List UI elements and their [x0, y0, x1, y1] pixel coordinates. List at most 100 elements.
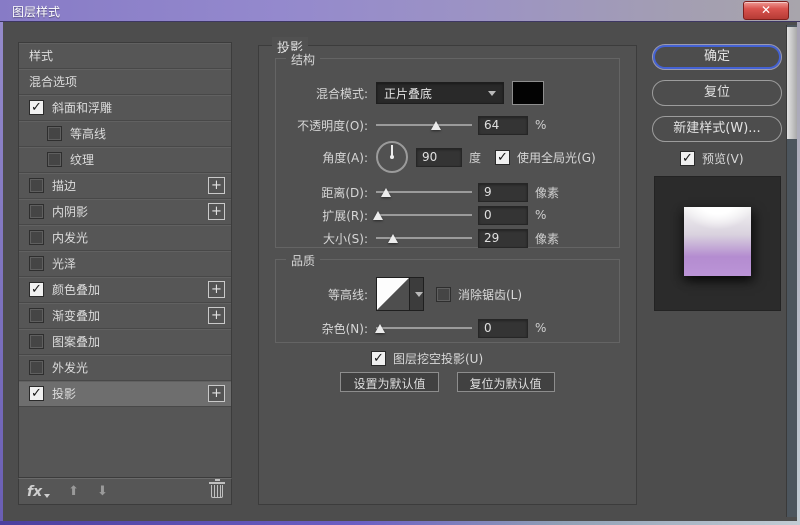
effect-label: 图案叠加: [52, 333, 100, 350]
style-list: 样式混合选项斜面和浮雕等高线纹理描边+内阴影+内发光光泽颜色叠加+渐变叠加+图案…: [18, 42, 232, 478]
structure-group: 结构 混合模式: 正片叠底 不透明度(O): 64 % 角度(A): 90 度: [275, 58, 620, 248]
spread-row: 扩展(R): 0 %: [276, 203, 619, 227]
window-border-bottom: [0, 521, 800, 525]
effect-label: 斜面和浮雕: [52, 99, 112, 116]
anti-alias-checkbox[interactable]: [436, 287, 451, 302]
spread-slider[interactable]: [376, 204, 472, 226]
slider-thumb[interactable]: [431, 121, 441, 130]
size-slider[interactable]: [376, 227, 472, 249]
style-preview-thumbnail: [654, 176, 781, 311]
noise-label: 杂色(N):: [276, 320, 376, 337]
style-list-item[interactable]: 外发光: [19, 355, 231, 381]
spread-input[interactable]: 0: [478, 206, 528, 225]
close-button[interactable]: ✕: [743, 1, 789, 20]
angle-input[interactable]: 90: [416, 148, 462, 167]
quality-legend: 品质: [286, 252, 320, 269]
distance-slider[interactable]: [376, 181, 472, 203]
style-list-item[interactable]: 等高线: [19, 121, 231, 147]
scrollbar-thumb[interactable]: [787, 27, 797, 139]
title-bar[interactable]: 图层样式 ✕: [0, 0, 800, 22]
window-border-left: [0, 22, 3, 525]
angle-row: 角度(A): 90 度 使用全局光(G): [276, 137, 619, 177]
effect-checkbox[interactable]: [29, 230, 44, 245]
use-global-light-checkbox[interactable]: [495, 150, 510, 165]
noise-input[interactable]: 0: [478, 319, 528, 338]
effect-checkbox[interactable]: [29, 308, 44, 323]
effect-label: 样式: [29, 47, 53, 64]
style-list-item[interactable]: 斜面和浮雕: [19, 95, 231, 121]
angle-dial[interactable]: [376, 141, 408, 173]
reset-button[interactable]: 复位: [652, 80, 782, 106]
opacity-unit: %: [535, 118, 546, 132]
effect-label: 内发光: [52, 229, 88, 246]
style-list-item[interactable]: 颜色叠加 +: [19, 277, 231, 303]
slider-thumb[interactable]: [381, 188, 391, 197]
effect-checkbox[interactable]: [29, 334, 44, 349]
contour-thumbnail[interactable]: [376, 277, 410, 311]
slider-thumb[interactable]: [373, 211, 383, 220]
angle-label: 角度(A):: [276, 149, 376, 166]
style-list-item[interactable]: 混合选项: [19, 69, 231, 95]
add-effect-instance-button[interactable]: +: [208, 203, 225, 220]
move-effect-down-button[interactable]: ⬇: [97, 484, 108, 499]
add-effect-instance-button[interactable]: +: [208, 281, 225, 298]
style-list-item[interactable]: 内阴影 +: [19, 199, 231, 225]
effect-label: 内阴影: [52, 203, 88, 220]
contour-chevron[interactable]: [410, 277, 424, 311]
slider-thumb[interactable]: [375, 324, 385, 333]
fx-menu-button[interactable]: fx: [27, 484, 42, 500]
size-input[interactable]: 29: [478, 229, 528, 248]
style-list-item[interactable]: 描边+: [19, 173, 231, 199]
move-effect-up-button[interactable]: ⬆: [68, 484, 79, 499]
effect-checkbox[interactable]: [29, 256, 44, 271]
preview-toggle-row: 预览(V): [680, 150, 744, 167]
add-effect-instance-button[interactable]: +: [208, 385, 225, 402]
distance-input[interactable]: 9: [478, 183, 528, 202]
reset-to-default-button[interactable]: 复位为默认值: [457, 372, 555, 392]
effect-checkbox[interactable]: [29, 360, 44, 375]
chevron-down-icon: [488, 91, 496, 96]
style-list-item[interactable]: 纹理: [19, 147, 231, 173]
style-list-footer: fx ⬆ ⬇: [18, 478, 232, 505]
opacity-slider[interactable]: [376, 114, 472, 136]
contour-label: 等高线:: [276, 286, 376, 303]
add-effect-instance-button[interactable]: +: [208, 307, 225, 324]
effect-label: 颜色叠加: [52, 281, 100, 298]
effect-checkbox[interactable]: [29, 204, 44, 219]
contour-row: 等高线: 消除锯齿(L): [276, 274, 619, 314]
layer-knockout-checkbox[interactable]: [371, 351, 386, 366]
delete-effect-button trash-icon[interactable]: [211, 485, 223, 498]
shadow-color-swatch[interactable]: [512, 81, 544, 105]
opacity-input[interactable]: 64: [478, 116, 528, 135]
style-list-item[interactable]: 样式: [19, 43, 231, 69]
style-list-item[interactable]: 内发光: [19, 225, 231, 251]
knockout-row: 图层挖空投影(U): [371, 350, 483, 367]
noise-slider[interactable]: [376, 317, 472, 339]
style-list-item[interactable]: 渐变叠加+: [19, 303, 231, 329]
new-style-button[interactable]: 新建样式(W)...: [652, 116, 782, 142]
slider-thumb[interactable]: [388, 234, 398, 243]
effect-checkbox[interactable]: [47, 152, 62, 167]
blend-mode-select[interactable]: 正片叠底: [376, 82, 504, 104]
ok-button[interactable]: 确定: [652, 44, 782, 70]
spread-unit: %: [535, 208, 546, 222]
effect-checkbox[interactable]: [29, 386, 44, 401]
effect-checkbox[interactable]: [47, 126, 62, 141]
style-list-item[interactable]: 光泽: [19, 251, 231, 277]
opacity-row: 不透明度(O): 64 %: [276, 113, 619, 137]
preview-checkbox[interactable]: [680, 151, 695, 166]
anti-alias-label: 消除锯齿(L): [458, 286, 522, 303]
style-list-item[interactable]: 图案叠加: [19, 329, 231, 355]
set-as-default-button[interactable]: 设置为默认值: [340, 372, 438, 392]
vertical-scrollbar[interactable]: [786, 25, 797, 517]
effect-checkbox[interactable]: [29, 178, 44, 193]
distance-unit: 像素: [535, 184, 559, 201]
effect-checkbox[interactable]: [29, 282, 44, 297]
blend-mode-label: 混合模式:: [276, 85, 376, 102]
effect-label: 外发光: [52, 359, 88, 376]
effect-checkbox[interactable]: [29, 100, 44, 115]
layer-knockout-label: 图层挖空投影(U): [393, 350, 483, 367]
add-effect-instance-button[interactable]: +: [208, 177, 225, 194]
style-list-item[interactable]: 投影+: [19, 381, 231, 407]
contour-picker[interactable]: [376, 277, 424, 311]
